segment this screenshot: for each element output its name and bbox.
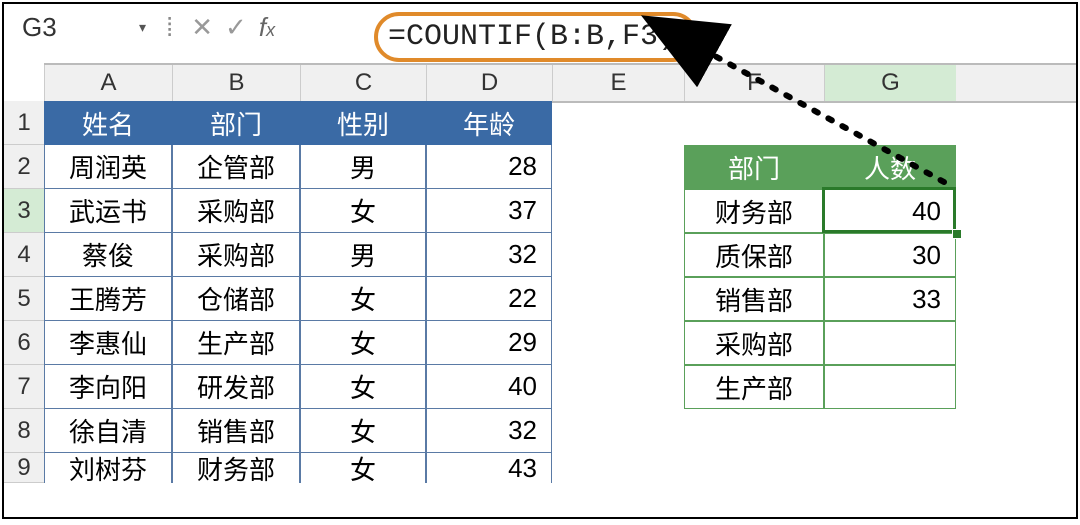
- cell-D7[interactable]: 40: [426, 365, 552, 409]
- cell-D8[interactable]: 32: [426, 409, 552, 453]
- cancel-icon[interactable]: ✕: [191, 12, 213, 43]
- cell-A9[interactable]: 刘树芬: [44, 453, 172, 483]
- name-box-dropdown-icon[interactable]: ▾: [139, 19, 146, 36]
- cell-B7[interactable]: 研发部: [172, 365, 300, 409]
- col-header-B[interactable]: B: [172, 65, 300, 101]
- cell-A2[interactable]: 周润英: [44, 145, 172, 189]
- row-headers: 1 2 3 4 5 6 7 8 9: [4, 101, 44, 483]
- cell-D3[interactable]: 37: [426, 189, 552, 233]
- cell-C8[interactable]: 女: [300, 409, 426, 453]
- cell-A8[interactable]: 徐自清: [44, 409, 172, 453]
- fx-icon[interactable]: fx: [259, 12, 275, 43]
- formula-bar: G3 ▾ ⁞ ✕ ✓ fx =COUNTIF(B:B,F3): [4, 4, 1076, 55]
- cell-A1[interactable]: 姓名: [44, 101, 172, 145]
- cell-B6[interactable]: 生产部: [172, 321, 300, 365]
- fill-handle[interactable]: [952, 229, 962, 239]
- cell-A7[interactable]: 李向阳: [44, 365, 172, 409]
- cell-B4[interactable]: 采购部: [172, 233, 300, 277]
- row-header-5[interactable]: 5: [4, 277, 44, 321]
- cell-C9[interactable]: 女: [300, 453, 426, 483]
- col-header-D[interactable]: D: [426, 65, 552, 101]
- col-header-C[interactable]: C: [300, 65, 426, 101]
- cell-D4[interactable]: 32: [426, 233, 552, 277]
- column-headers: A B C D E F G: [44, 63, 1076, 103]
- cell-B9[interactable]: 财务部: [172, 453, 300, 483]
- cell-F7[interactable]: 生产部: [684, 365, 824, 409]
- col-header-A[interactable]: A: [44, 65, 172, 101]
- cell-A5[interactable]: 王腾芳: [44, 277, 172, 321]
- cell-B2[interactable]: 企管部: [172, 145, 300, 189]
- cell-C7[interactable]: 女: [300, 365, 426, 409]
- cell-G5[interactable]: 33: [824, 277, 956, 321]
- row-header-9[interactable]: 9: [4, 453, 44, 483]
- cell-C2[interactable]: 男: [300, 145, 426, 189]
- cell-C5[interactable]: 女: [300, 277, 426, 321]
- col-header-G[interactable]: G: [824, 65, 956, 101]
- cell-D6[interactable]: 29: [426, 321, 552, 365]
- cell-C1[interactable]: 性别: [300, 101, 426, 145]
- row-header-4[interactable]: 4: [4, 233, 44, 277]
- cell-D2[interactable]: 28: [426, 145, 552, 189]
- row-header-2[interactable]: 2: [4, 145, 44, 189]
- cell-B1[interactable]: 部门: [172, 101, 300, 145]
- row-header-6[interactable]: 6: [4, 321, 44, 365]
- cell-G6[interactable]: [824, 321, 956, 365]
- cell-G4[interactable]: 30: [824, 233, 956, 277]
- cell-F2[interactable]: 部门: [684, 145, 824, 189]
- enter-icon[interactable]: ✓: [225, 12, 247, 43]
- cell-B3[interactable]: 采购部: [172, 189, 300, 233]
- cell-D5[interactable]: 22: [426, 277, 552, 321]
- name-box-value: G3: [22, 12, 57, 43]
- cell-G3[interactable]: 40: [824, 189, 956, 233]
- col-header-E[interactable]: E: [552, 65, 684, 101]
- row-header-3[interactable]: 3: [4, 189, 44, 233]
- cell-C6[interactable]: 女: [300, 321, 426, 365]
- row-header-8[interactable]: 8: [4, 409, 44, 453]
- cell-A4[interactable]: 蔡俊: [44, 233, 172, 277]
- cell-C4[interactable]: 男: [300, 233, 426, 277]
- cell-B5[interactable]: 仓储部: [172, 277, 300, 321]
- cell-F6[interactable]: 采购部: [684, 321, 824, 365]
- cell-D1[interactable]: 年龄: [426, 101, 552, 145]
- separator: ⁞: [166, 12, 173, 43]
- col-header-F[interactable]: F: [684, 65, 824, 101]
- cell-G2[interactable]: 人数: [824, 145, 956, 189]
- formula-text: =COUNTIF(B:B,F3): [388, 20, 676, 54]
- formula-input[interactable]: =COUNTIF(B:B,F3): [374, 12, 698, 62]
- cell-B8[interactable]: 销售部: [172, 409, 300, 453]
- cell-C3[interactable]: 女: [300, 189, 426, 233]
- row-header-7[interactable]: 7: [4, 365, 44, 409]
- cell-D9[interactable]: 43: [426, 453, 552, 483]
- cell-A6[interactable]: 李惠仙: [44, 321, 172, 365]
- cell-G7[interactable]: [824, 365, 956, 409]
- spreadsheet-grid: A B C D E F G 1 2 3 4 5 6 7 8 9 姓名 部门 性别…: [4, 63, 1076, 103]
- cell-F4[interactable]: 质保部: [684, 233, 824, 277]
- name-box[interactable]: G3 ▾: [14, 10, 154, 45]
- row-header-1[interactable]: 1: [4, 101, 44, 145]
- cell-F5[interactable]: 销售部: [684, 277, 824, 321]
- cell-F3[interactable]: 财务部: [684, 189, 824, 233]
- cell-A3[interactable]: 武运书: [44, 189, 172, 233]
